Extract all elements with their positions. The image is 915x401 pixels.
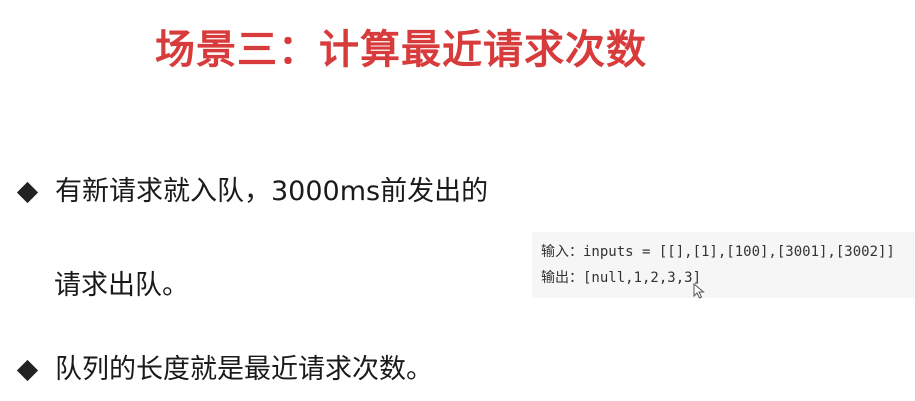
mouse-cursor-icon <box>693 283 705 299</box>
code-output-line: 输出：[null,1,2,3,3] <box>541 270 702 286</box>
slide-title: 场景三：计算最近请求次数 <box>155 27 647 73</box>
bullet-item-2: 队列的长度就是最近请求次数。 <box>14 352 433 388</box>
diamond-bullet-icon <box>16 359 39 381</box>
bullet-item-1: 有新请求就入队，3000ms前发出的 <box>14 174 488 210</box>
bullet-text-1-line-1: 有新请求就入队，3000ms前发出的 <box>55 176 489 207</box>
code-example-box: 输入：inputs = [[],[1],[100],[3001],[3002]]… <box>532 232 915 298</box>
bullet-text-2: 队列的长度就是最近请求次数。 <box>55 354 433 385</box>
diamond-bullet-icon <box>16 181 39 203</box>
bullet-text-1-line-2: 请求出队。 <box>54 270 189 301</box>
code-input-line: 输入：inputs = [[],[1],[100],[3001],[3002]] <box>541 244 895 260</box>
